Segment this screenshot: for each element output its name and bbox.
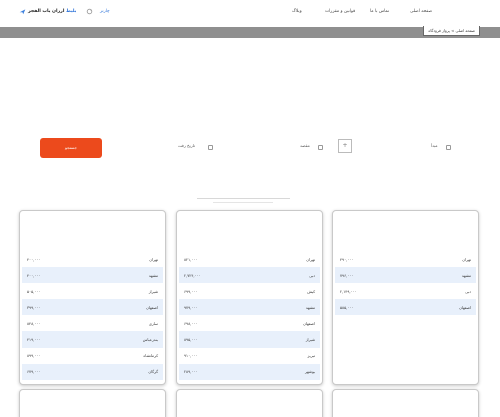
price-value: ۴۹۰,۰۰۰ <box>340 256 354 262</box>
swap-button[interactable]: + <box>338 139 352 153</box>
city-name: کرمانشاه <box>143 353 158 359</box>
price-value: ۳۹۹,۰۰۰ <box>27 304 41 310</box>
price-value: ۹۷۹,۰۰۰ <box>184 304 198 310</box>
price-value: ۵۸۵,۰۰۰ <box>340 304 354 310</box>
price-value: ۶۹۹,۰۰۰ <box>184 288 198 294</box>
price-value: ۲,۷۲۴,۰۰۰ <box>184 272 201 278</box>
city-name: بوشهر <box>304 369 315 375</box>
price-row[interactable]: ۸۲۱,۰۰۰ تهران <box>179 251 320 267</box>
price-card-middle: ۸۲۱,۰۰۰ تهران ۲,۷۲۴,۰۰۰ دبی ۶۹۹,۰۰۰ کیش ۹۷۹,۰۰… <box>176 210 323 385</box>
price-row[interactable]: ۷۹۶,۰۰۰ مشهد <box>335 267 476 284</box>
price-value: ۸۴۸,۰۰۰ <box>27 320 41 326</box>
price-row[interactable]: ۴۹۰,۰۰۰ تهران <box>335 251 476 267</box>
price-row[interactable]: ۶۹۸,۰۰۰ اصفهان <box>179 315 320 331</box>
city-name: گرگان <box>148 369 158 375</box>
city-name: شیراز <box>148 288 158 294</box>
divider-line <box>197 198 290 199</box>
price-row[interactable]: ۸۹۵,۰۰۰ شیراز <box>179 331 320 348</box>
city-name: اصفهان <box>303 320 315 326</box>
destination-icon <box>318 145 323 150</box>
calendar-icon <box>208 145 213 150</box>
city-name: تبریز <box>307 353 315 359</box>
nav-link-contact[interactable]: تماس با ما <box>370 9 389 14</box>
city-name: ساری <box>148 320 158 326</box>
price-value: ۴۰۰,۰۰۰ <box>27 256 41 262</box>
price-row[interactable]: ۹۷۹,۰۰۰ مشهد <box>179 299 320 316</box>
price-value: ۸۹۵,۰۰۰ <box>184 337 198 343</box>
breadcrumb[interactable]: صفحه اصلی > پرواز فرودگاه <box>423 26 480 36</box>
price-row[interactable]: ۳۹۹,۰۰۰ اصفهان <box>22 299 163 316</box>
city-name: مشهد <box>461 272 471 278</box>
price-value: ۴۱۹,۰۰۰ <box>27 337 41 343</box>
destination-field-label[interactable]: مقصد <box>300 143 310 148</box>
price-row[interactable]: ۹۱۰,۰۰۰ تبریز <box>179 348 320 364</box>
price-value: ۲,۱۴۹,۰۰۰ <box>340 288 357 294</box>
city-name: دبی <box>309 272 315 278</box>
city-name: دبی <box>465 288 471 294</box>
date-field-label[interactable]: تاریخ رفت <box>178 143 195 148</box>
price-card-bottom-left <box>19 389 166 417</box>
price-card-left: ۴۰۰,۰۰۰ تهران ۴۰۰,۰۰۰ مشهد ۵۰۵,۰۰۰ شیراز ۳۹۹,۰… <box>19 210 166 385</box>
nav-link-home[interactable]: صفحه اصلی <box>410 9 432 14</box>
search-form: جستجو تاریخ رفت مقصد + مبدأ <box>0 138 500 160</box>
city-name: اصفهان <box>146 304 158 310</box>
price-value: ۵۰۵,۰۰۰ <box>27 288 41 294</box>
price-value: ۲۸۹,۰۰۰ <box>184 369 198 375</box>
price-value: ۷۹۶,۰۰۰ <box>340 272 354 278</box>
brand-sub-label: چارتر <box>100 9 110 14</box>
city-name: تهران <box>149 256 158 262</box>
price-row[interactable]: ۶۷۹,۰۰۰ گرگان <box>22 363 163 380</box>
price-row[interactable]: ۸۴۸,۰۰۰ ساری <box>22 315 163 331</box>
price-card-bottom-right <box>332 389 479 417</box>
city-name: بندرعباس <box>142 337 158 343</box>
price-row[interactable]: ۵۸۵,۰۰۰ اصفهان <box>335 299 476 316</box>
price-row[interactable]: ۲,۱۴۹,۰۰۰ دبی <box>335 283 476 299</box>
price-row[interactable]: ۴۱۹,۰۰۰ بندرعباس <box>22 331 163 348</box>
city-name: مشهد <box>305 304 315 310</box>
plane-logo-icon <box>19 9 26 15</box>
price-value: ۹۱۰,۰۰۰ <box>184 353 198 359</box>
price-row[interactable]: ۵۰۵,۰۰۰ شیراز <box>22 283 163 299</box>
price-card-right: ۴۹۰,۰۰۰ تهران ۷۹۶,۰۰۰ مشهد ۲,۱۴۹,۰۰۰ دبی ۵۸۵,۰… <box>332 210 479 385</box>
price-value: ۶۹۸,۰۰۰ <box>184 320 198 326</box>
origin-icon <box>446 145 451 150</box>
nav-link-rules[interactable]: قوانین و مقررات <box>325 9 355 14</box>
price-value: ۸۲۱,۰۰۰ <box>184 256 198 262</box>
price-row[interactable]: ۸۹۹,۰۰۰ کرمانشاه <box>22 348 163 364</box>
price-row[interactable]: ۶۹۹,۰۰۰ کیش <box>179 283 320 299</box>
price-value: ۶۷۹,۰۰۰ <box>27 369 41 375</box>
brand-highlight: بلیط <box>66 9 77 14</box>
nav-link-blog[interactable]: وبلاگ <box>292 9 302 14</box>
city-name: مشهد <box>148 272 158 278</box>
city-name: اصفهان <box>459 304 471 310</box>
brand-text: ارزان یاب الفجر <box>28 9 65 14</box>
city-name: شیراز <box>305 337 315 343</box>
city-name: تهران <box>462 256 471 262</box>
divider-line <box>213 202 273 203</box>
price-row[interactable]: ۴۰۰,۰۰۰ تهران <box>22 251 163 267</box>
search-button[interactable]: جستجو <box>40 138 102 158</box>
price-card-bottom-middle <box>176 389 323 417</box>
city-name: تهران <box>306 256 315 262</box>
price-value: ۸۹۹,۰۰۰ <box>27 353 41 359</box>
top-navigation: بلیط ارزان یاب الفجر چارتر صفحه اصلی تما… <box>0 0 500 27</box>
city-name: کیش <box>307 288 315 294</box>
price-row[interactable]: ۲,۷۲۴,۰۰۰ دبی <box>179 267 320 284</box>
refresh-logo-icon <box>86 8 93 15</box>
price-row[interactable]: ۲۸۹,۰۰۰ بوشهر <box>179 363 320 380</box>
origin-field-label[interactable]: مبدأ <box>431 143 438 148</box>
price-row[interactable]: ۴۰۰,۰۰۰ مشهد <box>22 267 163 284</box>
brand-logo[interactable]: بلیط ارزان یاب الفجر <box>28 9 76 14</box>
price-value: ۴۰۰,۰۰۰ <box>27 272 41 278</box>
